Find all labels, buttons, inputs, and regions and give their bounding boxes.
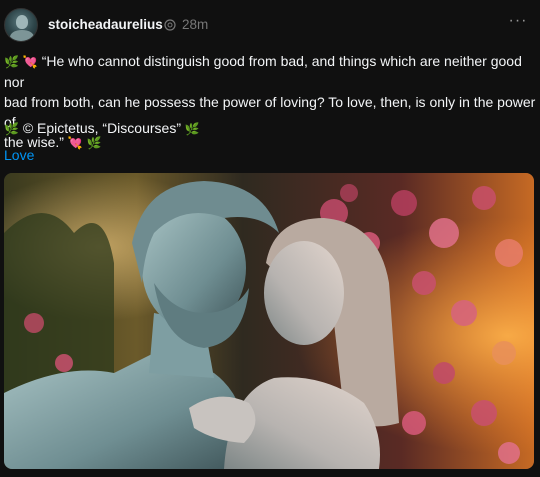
- statues-illustration: [4, 173, 534, 469]
- more-icon[interactable]: ···: [508, 13, 528, 34]
- post-header: stoicheadaurelius 28m ···: [4, 8, 536, 42]
- avatar[interactable]: [4, 8, 38, 42]
- caption-text-1: “He who cannot distinguish good from bad…: [4, 53, 522, 90]
- leaf-icon: 🌿: [4, 122, 19, 136]
- avatar-head: [16, 15, 28, 29]
- leaf-icon: 🌿: [184, 122, 200, 136]
- avatar-shoulders: [10, 30, 34, 41]
- post-image[interactable]: [4, 173, 534, 469]
- clock-icon: [164, 18, 176, 31]
- timestamp[interactable]: 28m: [182, 17, 208, 32]
- attribution-text: © Epictetus, “Discourses”: [22, 120, 181, 136]
- username-link[interactable]: stoicheadaurelius: [48, 17, 163, 32]
- caption-line-1: 🌿 💘 “He who cannot distinguish good from…: [4, 51, 536, 92]
- topic-tag-link[interactable]: Love: [4, 147, 34, 163]
- thread-post: stoicheadaurelius 28m ··· 🌿 💘 “He who ca…: [0, 0, 540, 477]
- heart-icon: 💘: [22, 55, 38, 69]
- post-meta: 28m: [164, 17, 208, 32]
- leaf-icon: 🌿: [4, 55, 19, 69]
- attribution-line: 🌿 © Epictetus, “Discourses” 🌿: [4, 118, 200, 139]
